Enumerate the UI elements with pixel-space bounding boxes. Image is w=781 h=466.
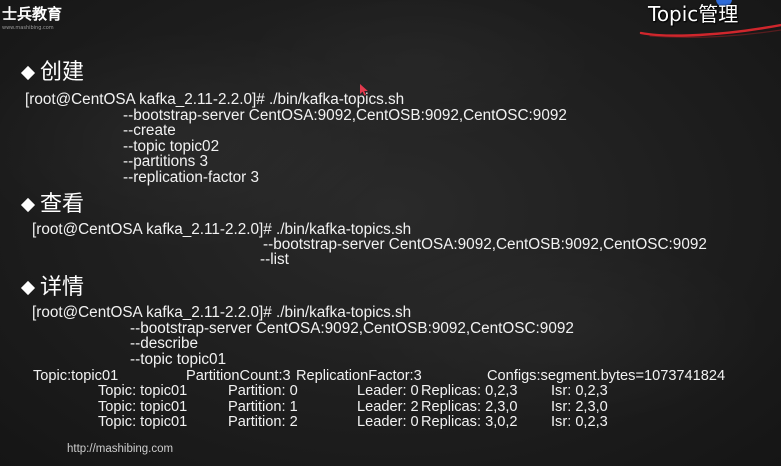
summary-configs: Configs:segment.bytes=1073741824 <box>487 368 726 384</box>
partition-id: Partition: 1 <box>228 399 298 415</box>
command-argument: --topic topic02 <box>123 137 220 155</box>
partition-row: Topic: topic01 Partition: 0 Leader: 0 Re… <box>0 383 781 399</box>
command-argument: --bootstrap-server CentOSA:9092,CentOSB:… <box>130 320 574 337</box>
command-argument: --list <box>260 251 289 269</box>
command-argument: --bootstrap-server CentOSA:9092,CentOSB:… <box>263 236 707 253</box>
mouse-pointer-icon <box>360 84 368 96</box>
partition-row: Topic: topic01 Partition: 2 Leader: 0 Re… <box>0 414 781 430</box>
brand-logo: 士兵教育 www.mashibing.com <box>2 5 62 31</box>
partition-isr: Isr: 2,3,0 <box>551 399 608 415</box>
section-heading-text: 详情 <box>40 275 85 300</box>
command-argument: --partitions 3 <box>123 153 209 171</box>
command-argument: --topic topic01 <box>130 350 227 368</box>
shell-command-line: [root@CentOSA kafka_2.11-2.2.0]# ./bin/k… <box>32 304 412 321</box>
red-underline-stroke-faint <box>649 29 781 38</box>
footer-url: http://mashibing.com <box>67 443 174 455</box>
command-argument: --bootstrap-server CentOSA:9092,CentOSB:… <box>123 107 567 124</box>
section-heading-describe: 详情 <box>20 275 85 300</box>
diamond-bullet-icon <box>20 280 36 296</box>
partition-leader: Leader: 0 <box>357 383 419 399</box>
logo-text: 士兵教育 <box>2 5 63 23</box>
diamond-bullet-icon <box>20 65 36 81</box>
logo-url-text: www.mashibing.com <box>2 25 54 31</box>
partition-id: Partition: 2 <box>228 414 298 430</box>
partition-replicas: Replicas: 0,2,3 <box>421 383 518 399</box>
summary-partition-count: PartitionCount:3 <box>186 368 291 384</box>
diamond-bullet-icon <box>20 197 36 213</box>
partition-row: Topic: topic01 Partition: 1 Leader: 2 Re… <box>0 399 781 415</box>
partition-topic: Topic: topic01 <box>98 383 188 399</box>
partition-replicas: Replicas: 2,3,0 <box>421 399 518 415</box>
summary-replication-factor: ReplicationFactor:3 <box>296 368 422 384</box>
command-argument: --describe <box>130 335 199 353</box>
shell-command-line: [root@CentOSA kafka_2.11-2.2.0]# ./bin/k… <box>25 91 405 108</box>
partition-topic: Topic: topic01 <box>98 399 188 415</box>
partition-replicas: Replicas: 3,0,2 <box>421 414 518 430</box>
section-heading-text: 创建 <box>40 60 85 85</box>
section-heading-create: 创建 <box>20 60 85 85</box>
command-arguments: --bootstrap-server CentOSA:9092,CentOSB:… <box>123 108 567 185</box>
command-argument: --create <box>123 122 176 140</box>
section-heading-list: 查看 <box>20 192 85 217</box>
summary-topic: Topic:topic01 <box>33 368 119 384</box>
partition-isr: Isr: 0,2,3 <box>551 414 608 430</box>
red-underline-stroke <box>639 23 781 37</box>
command-arguments: --bootstrap-server CentOSA:9092,CentOSB:… <box>130 320 574 368</box>
topic-summary-row: Topic:topic01 PartitionCount:3 Replicati… <box>0 368 781 384</box>
section-heading-text: 查看 <box>40 192 85 217</box>
partition-id: Partition: 0 <box>228 383 298 399</box>
partition-leader: Leader: 2 <box>357 399 419 415</box>
partition-isr: Isr: 0,2,3 <box>551 383 608 399</box>
slide-canvas: 士兵教育 www.mashibing.com Topic管理 创建 [root@… <box>0 0 781 466</box>
slide-title: Topic管理 <box>648 2 739 26</box>
command-arguments: --bootstrap-server CentOSA:9092,CentOSB:… <box>260 236 707 269</box>
partition-leader: Leader: 0 <box>357 414 419 430</box>
command-argument: --replication-factor 3 <box>123 168 260 186</box>
partition-topic: Topic: topic01 <box>98 414 188 430</box>
